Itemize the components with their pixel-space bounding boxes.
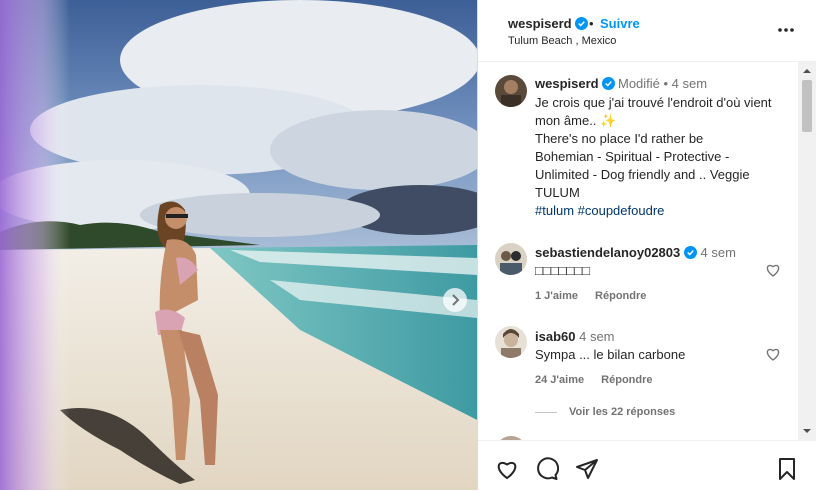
heart-icon[interactable] — [765, 346, 781, 362]
comment-actions: 24 J'aime Répondre — [535, 374, 667, 386]
view-replies-button[interactable]: Voir les 22 réponses — [535, 406, 675, 418]
comments-scroll-area[interactable]: wespiserd Modifié • 4 sem Je crois que j… — [478, 62, 798, 440]
verified-badge-icon — [683, 246, 697, 259]
comment-text: Sympa ... le bilan carbone — [535, 347, 686, 362]
post-header: wespiserd • Suivre Tulum Beach , Mexico — [478, 0, 816, 62]
comment-username[interactable]: sebastiendelanoy02803 — [535, 245, 680, 260]
comment-text: □□□□□□□ — [535, 263, 590, 278]
follow-button[interactable]: Suivre — [600, 16, 640, 31]
comment-avatar[interactable] — [495, 326, 527, 358]
replies-divider-line — [535, 411, 557, 413]
header-username[interactable]: wespiserd — [508, 16, 572, 31]
verified-badge-icon — [575, 17, 589, 30]
caption-line-3: Bohemian - Spiritual - Protective - Unli… — [535, 149, 750, 200]
comment-username-row: sebastiendelanoy02803 4 sem — [535, 245, 736, 260]
verified-badge-icon — [602, 77, 616, 90]
caption-line-2: There's no place I'd rather be — [535, 131, 704, 146]
comment-username-row: isab60 4 sem — [535, 329, 615, 344]
view-replies-label[interactable]: Voir les 22 réponses — [569, 406, 675, 418]
comment-icon[interactable] — [535, 457, 559, 481]
comment-avatar[interactable] — [495, 243, 527, 275]
heart-icon[interactable] — [765, 262, 781, 278]
caption-hashtags[interactable]: #tulum #coupdefoudre — [535, 202, 785, 220]
caption-avatar[interactable] — [495, 75, 527, 107]
caption-text: Je crois que j'ai trouvé l'endroit d'où … — [535, 94, 785, 220]
caption-username[interactable]: wespiserd — [535, 76, 616, 91]
chevron-right-icon — [452, 294, 460, 306]
scroll-down-arrow-icon[interactable] — [802, 426, 812, 436]
post-side-panel: wespiserd • Suivre Tulum Beach , Mexico … — [477, 0, 816, 490]
comment-time[interactable]: 4 sem — [579, 329, 614, 344]
comment-likes[interactable]: 24 J'aime — [535, 374, 584, 386]
next-photo-button[interactable] — [443, 288, 467, 312]
location-link[interactable]: Tulum Beach , Mexico — [508, 35, 616, 47]
header-separator: • — [589, 16, 594, 31]
scrollbar-thumb[interactable] — [802, 80, 812, 132]
comment-username[interactable]: isab60 — [535, 329, 575, 344]
comment-time[interactable]: 4 sem — [701, 245, 736, 260]
caption-username-text[interactable]: wespiserd — [535, 76, 599, 91]
comment-reply-button[interactable]: Répondre — [601, 374, 652, 386]
header-username-link[interactable]: wespiserd — [508, 16, 589, 31]
more-options-icon[interactable] — [776, 20, 796, 40]
post-actions-bar — [478, 440, 816, 491]
heart-icon[interactable] — [495, 457, 519, 481]
caption-meta: Modifié • 4 sem — [618, 76, 708, 91]
share-icon[interactable] — [575, 457, 599, 481]
comment-likes[interactable]: 1 J'aime — [535, 290, 578, 302]
post-photo — [0, 0, 477, 490]
bookmark-icon[interactable] — [775, 457, 799, 481]
comment-reply-button[interactable]: Répondre — [595, 290, 646, 302]
scrollbar[interactable] — [798, 62, 816, 440]
scroll-up-arrow-icon[interactable] — [802, 66, 812, 76]
caption-line-1: Je crois que j'ai trouvé l'endroit d'où … — [535, 95, 772, 128]
comment-actions: 1 J'aime Répondre — [535, 290, 660, 302]
